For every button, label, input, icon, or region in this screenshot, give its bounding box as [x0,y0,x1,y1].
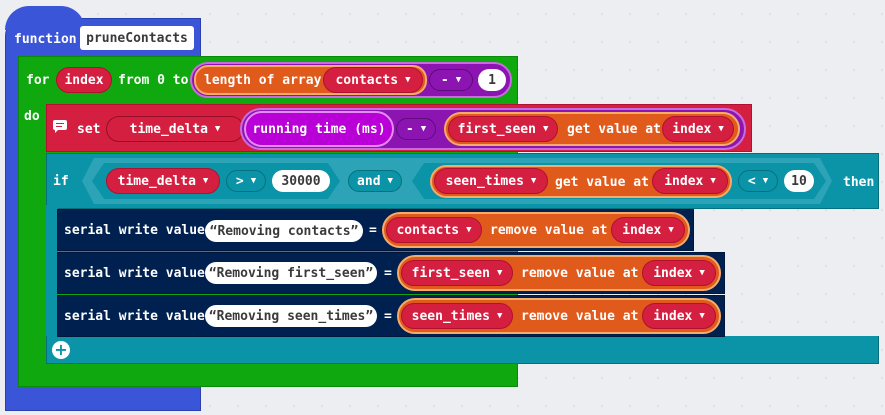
comment-icon[interactable] [53,120,67,133]
chevron-down-icon: ▼ [668,224,674,235]
subtract-operator-label: - [440,72,449,88]
serial-write-label: serial write value [64,309,205,324]
time-delta-variable[interactable]: time_delta ▼ [106,168,220,194]
less-than-label: < [747,173,756,189]
subtract-time-operator-dropdown[interactable]: - ▼ [396,118,436,140]
first-seen-array-label: first_seen [457,121,536,137]
subtract-operator-dropdown[interactable]: - ▼ [429,69,473,91]
remove-index-variable[interactable]: index ▼ [642,260,716,286]
threshold-value-field[interactable]: 30000 [272,170,330,192]
seen-times-array-variable[interactable]: seen_times ▼ [434,168,548,194]
from-to-keyword: from 0 to [118,73,189,88]
function-block-tail [5,18,15,411]
greater-than-operator-dropdown[interactable]: > ▼ [226,170,266,192]
if-block-footer [46,336,879,364]
remove-array-label: contacts [396,222,460,238]
if-get-value-at-label: get value at [555,175,649,190]
set-variable-label: time_delta [129,121,208,137]
greater-than-label: > [235,173,244,189]
equals-sign: = [384,266,392,281]
chevron-down-icon: ▼ [710,175,716,186]
chevron-down-icon: ▼ [405,74,411,85]
close-quote: ” [350,223,359,239]
chevron-down-icon: ▼ [420,123,427,134]
and-operator-label: and [357,173,381,189]
chevron-down-icon: ▼ [718,123,724,134]
remove-value-at-label: remove value at [521,309,639,324]
equals-sign: = [384,309,392,324]
chevron-down-icon: ▼ [762,175,769,186]
if-index-label: index [664,173,704,189]
serial-text-string[interactable]: “Removing seen_times” [205,305,377,327]
then-keyword: then [843,175,875,190]
contacts-array-label: contacts [335,72,399,88]
chevron-down-icon: ▼ [496,310,503,321]
if-index-variable[interactable]: index ▼ [652,168,728,194]
serial-text-string[interactable]: “Removing first_seen” [205,262,377,284]
and-operator-dropdown[interactable]: and ▼ [348,170,402,192]
serial-text-value: Removing seen_times [216,308,366,324]
chevron-down-icon: ▼ [530,175,537,186]
contacts-array-variable[interactable]: contacts ▼ [323,67,423,93]
remove-index-label: index [653,265,693,281]
chevron-down-icon: ▼ [214,123,221,134]
set-keyword: set [77,122,101,137]
serial-text-string[interactable]: “Removing contacts” [205,220,363,242]
remove-index-label: index [653,308,693,324]
chevron-down-icon: ▼ [496,267,503,278]
function-keyword: function [14,32,77,47]
if-keyword: if [53,174,69,189]
serial-text-value: Removing contacts [217,223,351,239]
serial-text-value: Removing first_seen [216,265,366,281]
do-keyword: do [24,109,40,124]
time-delta-label: time_delta [117,173,196,189]
chevron-down-icon: ▼ [387,175,393,186]
close-quote: ” [365,308,374,324]
remove-array-variable[interactable]: seen_times ▼ [401,303,513,329]
close-quote: ” [365,265,374,281]
first-seen-array-variable[interactable]: first_seen ▼ [448,116,558,142]
function-name-field[interactable]: pruneContacts [80,26,194,50]
chevron-down-icon: ▼ [250,175,257,186]
chevron-down-icon: ▼ [699,310,705,321]
remove-value-at-label: remove value at [490,223,608,238]
remove-array-label: seen_times [411,308,490,324]
loop-index-label: index [64,72,104,88]
add-else-button[interactable]: + [52,341,70,359]
set-index-variable[interactable]: index ▼ [662,116,734,142]
set-variable-dropdown[interactable]: time_delta ▼ [106,116,244,142]
serial-write-label: serial write value [64,223,205,238]
function-hat-shape [5,6,85,30]
chevron-down-icon: ▼ [455,74,462,85]
seen-times-array-label: seen_times [445,173,524,189]
equals-sign: = [369,223,377,238]
remove-index-label: index [622,222,662,238]
remove-array-label: first_seen [411,265,490,281]
length-of-array-label: length of array [204,72,322,88]
remove-value-at-label: remove value at [521,266,639,281]
for-keyword: for [26,73,50,88]
remove-index-variable[interactable]: index ▼ [642,303,716,329]
remove-array-variable[interactable]: contacts ▼ [386,217,482,243]
get-value-at-label: get value at [567,122,661,137]
remove-array-variable[interactable]: first_seen ▼ [401,260,513,286]
remove-index-variable[interactable]: index ▼ [611,217,685,243]
serial-write-label: serial write value [64,266,205,281]
running-time-block[interactable]: running time (ms) [244,111,394,147]
loop-index-variable[interactable]: index [56,67,112,93]
less-than-operator-dropdown[interactable]: < ▼ [738,170,778,192]
set-index-label: index [672,121,712,137]
count-limit-value-field[interactable]: 10 [784,170,814,192]
plus-icon: + [54,340,68,359]
open-quote: “ [208,308,217,324]
chevron-down-icon: ▼ [202,175,209,186]
open-quote: “ [208,265,217,281]
chevron-down-icon: ▼ [466,224,472,235]
subtract-time-operator-label: - [405,121,414,137]
open-quote: “ [209,223,218,239]
chevron-down-icon: ▼ [699,267,705,278]
running-time-label: running time (ms) [252,121,386,137]
chevron-down-icon: ▼ [542,123,549,134]
subtract-value-field[interactable]: 1 [478,69,506,91]
